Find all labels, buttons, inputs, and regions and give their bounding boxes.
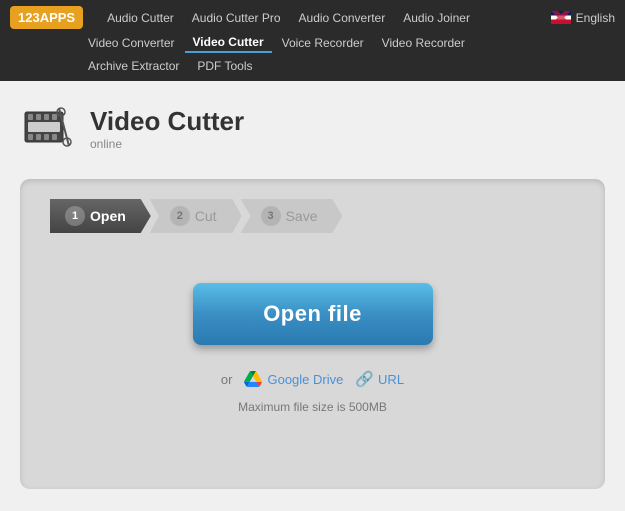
- url-option[interactable]: 🔗 URL: [355, 370, 404, 388]
- main-content: Video Cutter online 1 Open 2 Cut 3 Save …: [0, 81, 625, 504]
- app-subtitle: online: [90, 137, 244, 151]
- language-selector[interactable]: English: [551, 11, 615, 25]
- step-tab-save[interactable]: 3 Save: [241, 199, 343, 233]
- nav-link-audio-converter[interactable]: Audio Converter: [291, 9, 394, 27]
- navbar: 123APPS Audio Cutter Audio Cutter Pro Au…: [0, 0, 625, 81]
- or-label: or: [221, 372, 233, 387]
- nav-link-audio-cutter-pro[interactable]: Audio Cutter Pro: [184, 9, 289, 27]
- step-tab-cut[interactable]: 2 Cut: [150, 199, 242, 233]
- step2-number: 2: [170, 206, 190, 226]
- open-file-button[interactable]: Open file: [193, 283, 433, 345]
- nav-link-pdf-tools[interactable]: PDF Tools: [189, 57, 260, 75]
- url-label: URL: [378, 372, 404, 387]
- nav-link-video-recorder[interactable]: Video Recorder: [374, 34, 473, 52]
- nav-link-audio-joiner[interactable]: Audio Joiner: [395, 9, 478, 27]
- app-icon: [20, 101, 75, 156]
- app-title-block: Video Cutter online: [90, 106, 244, 151]
- language-label: English: [576, 11, 615, 25]
- app-header: Video Cutter online: [20, 96, 605, 161]
- alt-options: or Google Drive 🔗 URL: [221, 370, 404, 388]
- google-drive-label: Google Drive: [267, 372, 343, 387]
- app-title: Video Cutter: [90, 106, 244, 137]
- step3-number: 3: [261, 206, 281, 226]
- nav-link-audio-cutter[interactable]: Audio Cutter: [99, 9, 182, 27]
- film-icon: [23, 104, 73, 154]
- google-drive-icon: [244, 371, 262, 387]
- flag-icon: [551, 11, 571, 24]
- nav-link-archive-extractor[interactable]: Archive Extractor: [80, 57, 187, 75]
- step2-label: Cut: [195, 208, 217, 224]
- steps-container: 1 Open 2 Cut 3 Save Open file or: [20, 179, 605, 489]
- nav-link-video-converter[interactable]: Video Converter: [80, 34, 183, 52]
- logo[interactable]: 123APPS: [10, 6, 83, 29]
- link-icon: 🔗: [355, 370, 374, 388]
- file-size-note: Maximum file size is 500MB: [238, 400, 387, 414]
- nav-link-video-cutter[interactable]: Video Cutter: [185, 33, 272, 53]
- step-tab-open[interactable]: 1 Open: [50, 199, 151, 233]
- google-drive-option[interactable]: Google Drive: [244, 371, 343, 387]
- steps-tabs: 1 Open 2 Cut 3 Save: [50, 199, 343, 233]
- step1-label: Open: [90, 208, 126, 224]
- step3-label: Save: [286, 208, 318, 224]
- step1-number: 1: [65, 206, 85, 226]
- nav-link-voice-recorder[interactable]: Voice Recorder: [274, 34, 372, 52]
